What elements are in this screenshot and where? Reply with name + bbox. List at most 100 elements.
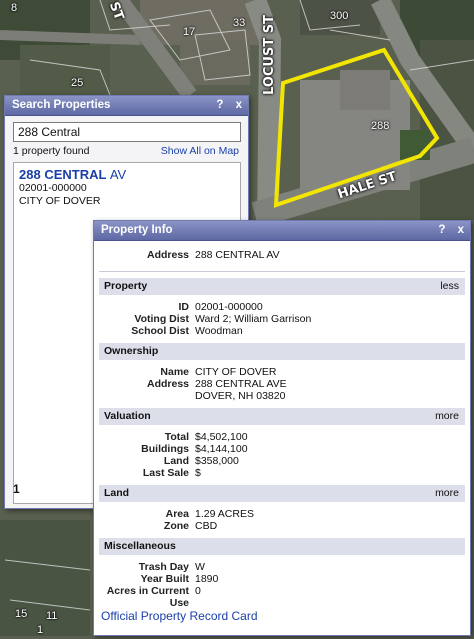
info-body: Address 288 CENTRAL AV Property less ID 0… [99,241,465,635]
panel-title-bar[interactable]: Search Properties ? x [5,96,248,116]
field-value: $4,502,100 [195,431,248,443]
show-all-on-map-link[interactable]: Show All on Map [161,145,239,157]
section-title: Valuation [104,410,151,422]
field-value: Woodman [195,325,243,337]
lot-number-label: 15 [15,608,28,620]
lot-number-label: 33 [233,17,246,29]
help-icon[interactable]: ? [438,224,445,236]
field-label: Use [169,597,189,609]
trash-day-row: Trash Day W [99,561,465,573]
list-item[interactable]: 288 CENTRAL AV 02001-000000 CITY OF DOVE… [19,167,126,208]
last-sale-row: Last Sale $ [99,467,465,479]
less-link[interactable]: less [440,278,459,295]
page-number[interactable]: 1 [13,482,20,496]
land-value-row: Land $358,000 [99,455,465,467]
acres-current-use-row: Acres in Current 0 [99,585,465,597]
field-label: Name [160,366,189,378]
field-value: 288 CENTRAL AVE [195,378,287,390]
address-row: Address 288 CENTRAL AV [99,249,465,261]
field-label: Total [164,431,189,443]
field-label: School Dist [131,325,189,337]
lot-number-label: 11 [46,610,58,622]
owner-address-row: Address 288 CENTRAL AVE [99,378,465,390]
street-label-locust: LOCUST ST [262,15,277,95]
voting-row: Voting Dist Ward 2; William Garrison [99,313,465,325]
field-label: ID [178,301,190,313]
field-value: W [195,561,205,573]
field-value: $4,144,100 [195,443,248,455]
field-value: 0 [195,585,201,597]
help-icon[interactable]: ? [216,99,223,111]
section-header: Property less [99,278,465,295]
close-icon[interactable]: x [236,99,242,111]
field-value: CITY OF DOVER [195,366,277,378]
lot-number-label: 288 [371,120,390,132]
valuation-section: Valuation more Total $4,502,100 Buildings… [99,408,465,479]
panel-title: Property Info [101,224,173,236]
field-label: Address [146,378,189,390]
owner-address-row-2: DOVER, NH 03820 [99,390,465,402]
lot-number-label: 300 [330,10,349,22]
property-section: Property less ID 02001-000000 Voting Dist… [99,278,465,337]
result-suffix: AV [109,167,127,182]
zone-row: Zone CBD [99,520,465,532]
result-id: 02001-000000 [19,182,87,194]
field-label: Address [146,249,189,261]
field-value: 288 CENTRAL AV [195,249,280,261]
total-row: Total $4,502,100 [99,431,465,443]
ownership-section: Ownership Name CITY OF DOVER Address 288 C… [99,343,465,402]
section-title: Property [104,280,148,292]
field-value: DOVER, NH 03820 [195,390,286,402]
section-header: Valuation more [99,408,465,425]
section-title: Ownership [104,345,159,357]
section-title: Land [104,487,130,499]
field-label: Trash Day [138,561,189,573]
section-header: Ownership [99,343,465,360]
section-header: Miscellaneous [99,538,465,555]
result-owner: CITY OF DOVER [19,195,101,207]
panel-title-bar[interactable]: Property Info ? x [94,221,470,241]
field-label: Voting Dist [134,313,189,325]
field-label: Acres in Current [106,585,189,597]
lot-number-label: 1 [37,624,44,636]
official-record-card-link[interactable]: Official Property Record Card [101,609,258,623]
field-label: Area [165,508,189,520]
misc-section: Miscellaneous Trash Day W Year Built 1890 … [99,538,465,609]
lot-number-label: 17 [183,26,196,38]
field-value: 1.29 ACRES [195,508,254,520]
land-section: Land more Area 1.29 ACRES Zone CBD [99,485,465,532]
owner-name-row: Name CITY OF DOVER [99,366,465,378]
result-address-link[interactable]: 288 CENTRAL AV [19,167,126,182]
field-label: Last Sale [142,467,189,479]
lot-number-label: 8 [11,2,18,14]
field-value: 1890 [195,573,219,585]
section-header: Land more [99,485,465,502]
buildings-row: Buildings $4,144,100 [99,443,465,455]
more-link[interactable]: more [435,485,459,502]
result-street: CENTRAL [44,167,107,182]
field-value: $ [195,467,201,479]
property-info-panel: Property Info ? x Address 288 CENTRAL AV… [93,220,471,636]
field-value: 02001-000000 [195,301,263,313]
section-title: Miscellaneous [104,540,176,552]
year-built-row: Year Built 1890 [99,573,465,585]
field-label: Land [163,455,189,467]
field-value: CBD [195,520,218,532]
close-icon[interactable]: x [458,224,464,236]
panel-title: Search Properties [12,99,111,111]
school-row: School Dist Woodman [99,325,465,337]
area-row: Area 1.29 ACRES [99,508,465,520]
search-input[interactable] [13,122,241,142]
field-label: Buildings [141,443,189,455]
field-label: Year Built [140,573,189,585]
divider [99,271,465,272]
id-row: ID 02001-000000 [99,301,465,313]
lot-number-label: 25 [71,77,84,89]
results-count: 1 property found [13,145,90,157]
acres-current-use-row-2: Use [99,597,465,609]
field-value: $358,000 [195,455,239,467]
field-label: Zone [163,520,189,532]
result-number: 288 [19,167,41,182]
more-link[interactable]: more [435,408,459,425]
field-value: Ward 2; William Garrison [195,313,312,325]
